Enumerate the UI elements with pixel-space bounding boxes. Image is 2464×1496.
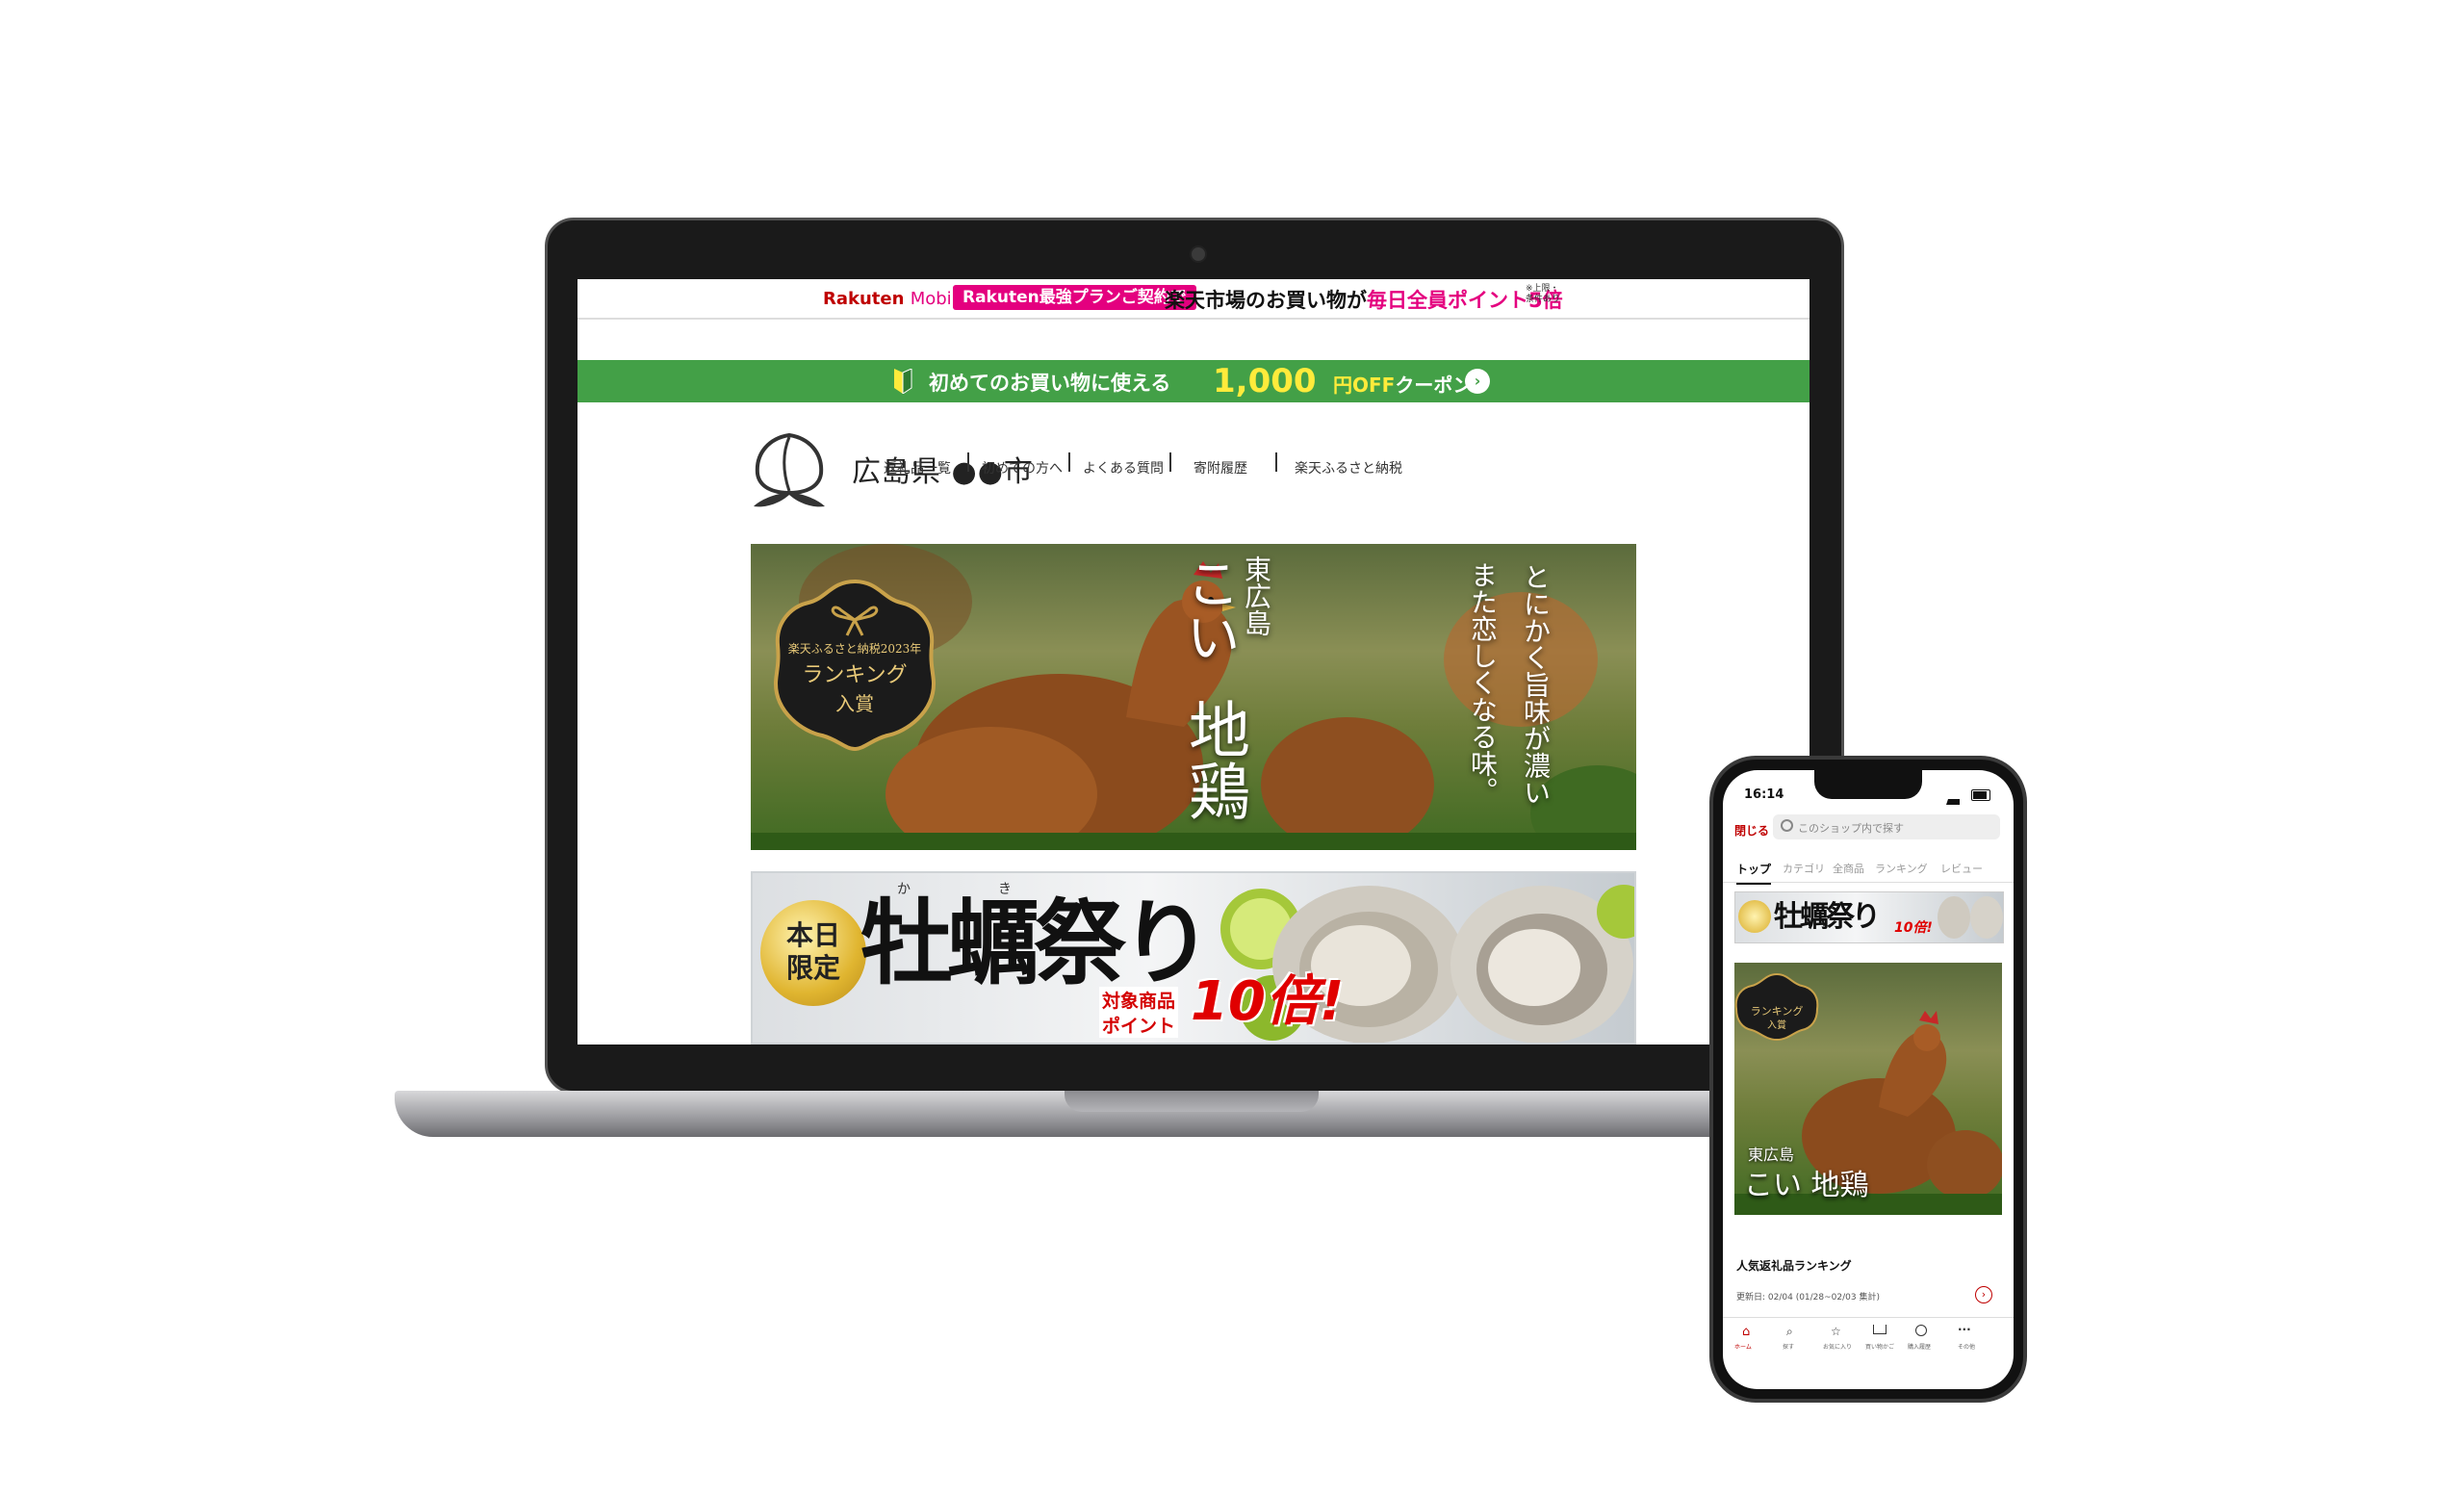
- bottom-nav-favorites[interactable]: お気に入り: [1823, 1342, 1852, 1351]
- mini-oyster-shell: [1938, 896, 1970, 939]
- points-label: ポイント: [1099, 1012, 1179, 1038]
- nav-item-items[interactable]: 返礼品一覧: [884, 458, 951, 477]
- bottom-nav-history[interactable]: 購入履歴: [1908, 1342, 1931, 1351]
- banner-title-a: こい: [1177, 555, 1240, 663]
- banner-tagline-a: とにかく旨味が濃い: [1520, 563, 1552, 806]
- promo-plan-pill: Rakuten最強プランご契約で: [953, 285, 1196, 310]
- ranking-title: 人気返礼品ランキング: [1736, 1259, 1852, 1273]
- ranking-updated: 更新日: 02/04 (01/28~02/03 集計): [1736, 1293, 1880, 1303]
- mini-badge-line3: 入賞: [1767, 1020, 1786, 1031]
- cart-icon[interactable]: [1873, 1325, 1886, 1334]
- tab-divider: [1723, 882, 2014, 883]
- banner-tagline-b: また恋しくなる味。: [1467, 561, 1499, 804]
- nav-item-furusato[interactable]: 楽天ふるさと納税: [1295, 458, 1402, 477]
- bottom-nav-cart[interactable]: 買い物かご: [1865, 1342, 1894, 1351]
- star-icon[interactable]: ☆: [1831, 1325, 1841, 1338]
- oyster-festival-title: 牡蠣祭り: [860, 889, 1213, 997]
- mini-oyster-banner[interactable]: 牡蠣祭り 10倍!: [1734, 891, 2004, 943]
- nav-divider: [1275, 452, 1277, 472]
- history-icon[interactable]: [1915, 1325, 1927, 1336]
- nav-divider: [1068, 452, 1070, 472]
- nav-divider: [1169, 452, 1171, 472]
- first-purchase-coupon-bar[interactable]: 初めてのお買い物に使える 1,000 円OFFクーポン ›: [578, 360, 1810, 402]
- phone-screen: 16:14 閉じる このショップ内で探す トップ カテゴリ 全商品 ランキング …: [1723, 770, 2014, 1389]
- bottom-nav-divider: [1723, 1317, 2014, 1318]
- close-button[interactable]: 閉じる: [1734, 822, 1769, 838]
- nav-item-history[interactable]: 寄附履歴: [1194, 458, 1247, 477]
- peach-logo-icon[interactable]: [746, 424, 833, 510]
- mini-points: 10倍!: [1894, 920, 1933, 936]
- nav-item-first-time[interactable]: 初めての方へ: [982, 458, 1063, 477]
- promo-note: ※上限・条件あり: [1526, 284, 1561, 304]
- camera-icon: [1190, 245, 1207, 263]
- tab-category[interactable]: カテゴリ: [1783, 861, 1825, 876]
- coupon-text: 初めてのお買い物に使える: [929, 372, 1171, 395]
- mini-today-badge: [1738, 900, 1771, 933]
- rakuten-mobile-logo: Rakuten Mobile: [823, 289, 967, 309]
- laptop-notch: [1065, 1091, 1319, 1112]
- beginner-mark-icon: [894, 369, 912, 394]
- chevron-right-icon[interactable]: ›: [1465, 369, 1490, 394]
- tab-review[interactable]: レビュー: [1940, 861, 1983, 876]
- coupon-amount: 1,000: [1213, 362, 1317, 400]
- status-icons: [1946, 789, 1990, 805]
- search-placeholder: このショップ内で探す: [1798, 822, 1904, 835]
- bottom-nav: ⌂ ホーム ⌕ 探す ☆ お気に入り 買い物かご 購入履歴 ··· その他: [1723, 1321, 2014, 1359]
- oyster-festival-banner[interactable]: 本日限定 か き 牡蠣祭り 対象商品 ポイント 10倍!: [751, 871, 1636, 1045]
- today-only-label: 本日限定: [785, 919, 840, 984]
- tab-ranking[interactable]: ランキング: [1875, 861, 1928, 876]
- promo-text: 楽天市場のお買い物が毎日全員ポイント5倍: [1165, 289, 1563, 312]
- mini-title: こい 地鶏: [1744, 1169, 1869, 1202]
- badge-line3: 入賞: [835, 692, 874, 715]
- more-icon[interactable]: ···: [1958, 1323, 1971, 1336]
- home-icon[interactable]: ⌂: [1742, 1325, 1750, 1339]
- nav-item-faq[interactable]: よくある質問: [1083, 458, 1164, 477]
- bottom-nav-search[interactable]: 探す: [1783, 1342, 1794, 1351]
- shop-search-input[interactable]: このショップ内で探す: [1773, 814, 2000, 839]
- rakuten-mobile-promo-bar[interactable]: Rakuten Mobile Rakuten最強プランご契約で 楽天市場のお買い…: [578, 279, 1810, 320]
- badge-line1: 楽天ふるさと納税2023年: [787, 642, 922, 656]
- search-icon[interactable]: ⌕: [1786, 1325, 1793, 1339]
- bottom-nav-home[interactable]: ホーム: [1734, 1342, 1752, 1351]
- badge-line2: ランキング: [802, 663, 908, 687]
- nav-divider: [967, 452, 969, 472]
- koi-jidori-banner[interactable]: 楽天ふるさと納税2023年 ランキング 入賞 東広島 こい 地鶏 とにかく旨味が…: [751, 544, 1636, 850]
- laptop-screen: Rakuten Mobile Rakuten最強プランご契約で 楽天市場のお買い…: [578, 279, 1810, 1045]
- status-time: 16:14: [1744, 787, 1784, 802]
- chevron-right-icon[interactable]: ›: [1975, 1286, 1992, 1303]
- coupon-unit: 円OFFクーポン: [1333, 374, 1473, 397]
- mini-oyster-title: 牡蠣祭り: [1774, 900, 1881, 934]
- mini-oyster-shell: [1970, 896, 2003, 939]
- search-icon: [1781, 819, 1793, 832]
- banner-title-b: 地鶏: [1178, 698, 1249, 821]
- bottom-nav-more[interactable]: その他: [1958, 1342, 1975, 1351]
- target-items-label: 対象商品: [1099, 987, 1179, 1013]
- points-10x: 10倍!: [1191, 970, 1345, 1033]
- phone-notch: [1814, 770, 1922, 799]
- tab-all-items[interactable]: 全商品: [1833, 861, 1864, 876]
- mini-chicken-banner[interactable]: ランキング 入賞 東広島 こい 地鶏: [1734, 963, 2002, 1215]
